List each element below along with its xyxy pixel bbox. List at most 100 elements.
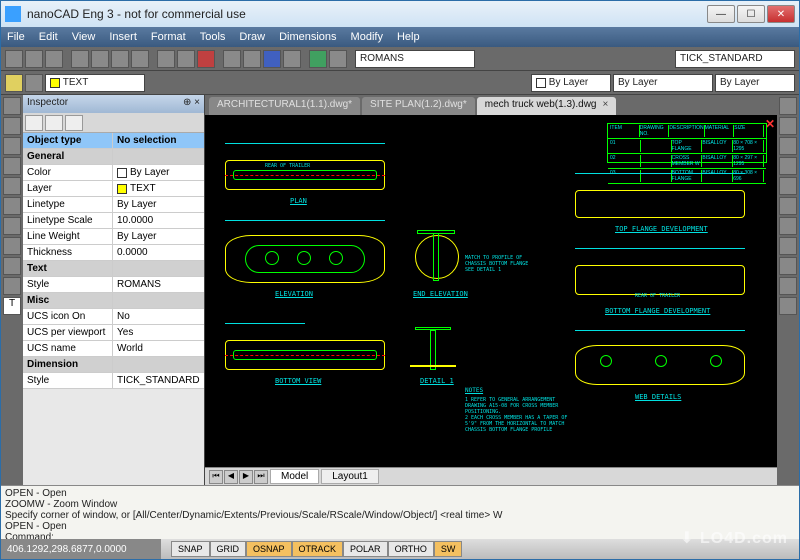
section-general: General [23,149,113,164]
copy-tool-icon[interactable] [779,117,797,135]
lineweight-combo[interactable]: By Layer [715,74,795,92]
fillet-tool-icon[interactable] [779,257,797,275]
prop-layer[interactable]: TEXT [113,181,204,196]
redo-icon[interactable] [177,50,195,68]
pan-icon[interactable] [223,50,241,68]
prop-thickness[interactable]: 0.0000 [113,245,204,260]
prop-ucs-name[interactable]: World [113,341,204,356]
zoom-extents-icon[interactable] [283,50,301,68]
cut-icon[interactable] [91,50,109,68]
tab-layout1[interactable]: Layout1 [321,469,379,484]
point-tool-icon[interactable] [3,277,21,295]
trim-tool-icon[interactable] [779,197,797,215]
status-polar[interactable]: POLAR [343,541,388,557]
rotate-tool-icon[interactable] [779,137,797,155]
inspector-filter-icon[interactable] [45,115,63,131]
maximize-button[interactable]: ☐ [737,5,765,23]
menu-tools[interactable]: Tools [200,31,226,43]
drawing-canvas[interactable]: ✕ ITEMDRAWING NO.DESCRIPTIONMATERIALSIZE… [205,115,777,467]
extend-tool-icon[interactable] [779,217,797,235]
tab-next-icon[interactable]: ▶ [239,470,253,484]
arc-tool-icon[interactable] [3,157,21,175]
open-icon[interactable] [25,50,43,68]
doc-tab-site[interactable]: SITE PLAN(1.2).dwg* [362,97,475,115]
dimstyle-combo[interactable]: TICK_STANDARD [675,50,795,68]
tab-prev-icon[interactable]: ◀ [224,470,238,484]
circle-tool-icon[interactable] [3,137,21,155]
layer-prev-icon[interactable] [25,74,43,92]
erase-icon[interactable] [197,50,215,68]
minimize-button[interactable]: — [707,5,735,23]
window-title: nanoCAD Eng 3 - not for commercial use [27,7,707,21]
menu-draw[interactable]: Draw [239,31,265,43]
move-tool-icon[interactable] [779,97,797,115]
close-button[interactable]: ✕ [767,5,795,23]
label-web-details: WEB DETAILS [635,393,681,401]
hatch-tool-icon[interactable] [3,257,21,275]
polygon-tool-icon[interactable] [3,197,21,215]
status-snap[interactable]: SNAP [171,541,210,557]
print-icon[interactable] [71,50,89,68]
line-tool-icon[interactable] [3,97,21,115]
paste-icon[interactable] [131,50,149,68]
tab-last-icon[interactable]: ⏭ [254,470,268,484]
polyline-tool-icon[interactable] [3,117,21,135]
status-otrack[interactable]: OTRACK [292,541,344,557]
explode-tool-icon[interactable] [779,277,797,295]
document-tabs: ARCHITECTURAL1(1.1).dwg* SITE PLAN(1.2).… [205,95,777,115]
status-osnap[interactable]: OSNAP [246,541,292,557]
status-ortho[interactable]: ORTHO [388,541,434,557]
tab-first-icon[interactable]: ⏮ [209,470,223,484]
rectangle-tool-icon[interactable] [3,177,21,195]
status-grid[interactable]: GRID [210,541,247,557]
linetype-combo[interactable]: By Layer [613,74,713,92]
menu-edit[interactable]: Edit [39,31,58,43]
zoom-icon[interactable] [243,50,261,68]
menu-help[interactable]: Help [397,31,420,43]
offset-tool-icon[interactable] [779,177,797,195]
menu-modify[interactable]: Modify [351,31,383,43]
doc-tab-mech[interactable]: mech truck web(1.3).dwg× [477,97,617,115]
prop-ucs-vp[interactable]: Yes [113,325,204,340]
tab-close-icon[interactable]: × [602,99,608,110]
inspector-close-icon[interactable]: ⊕ × [183,97,200,111]
tab-model[interactable]: Model [270,469,319,484]
prop-linetype[interactable]: By Layer [113,197,204,212]
prop-dim-style[interactable]: TICK_STANDARD [113,373,204,388]
doc-tab-arch[interactable]: ARCHITECTURAL1(1.1).dwg* [209,97,360,115]
copy-icon[interactable] [111,50,129,68]
scale-tool-icon[interactable] [779,237,797,255]
status-sw[interactable]: SW [434,541,463,557]
menu-format[interactable]: Format [151,31,186,43]
array-tool-icon[interactable] [779,297,797,315]
section-text: Text [23,261,113,276]
ellipse-tool-icon[interactable] [3,217,21,235]
layer-icon[interactable] [5,74,23,92]
menu-file[interactable]: File [7,31,25,43]
new-icon[interactable] [5,50,23,68]
menu-insert[interactable]: Insert [109,31,137,43]
prop-ltscale[interactable]: 10.0000 [113,213,204,228]
layer-combo[interactable]: TEXT [45,74,145,92]
label-bottom-view: BOTTOM VIEW [275,377,321,385]
prop-text-style[interactable]: ROMANS [113,277,204,292]
help-icon[interactable] [329,50,347,68]
inspector-pick-icon[interactable] [65,115,83,131]
section-misc: Misc [23,293,113,308]
font-combo[interactable]: ROMANS [355,50,475,68]
zoom-window-icon[interactable] [263,50,281,68]
save-icon[interactable] [45,50,63,68]
measure-icon[interactable] [309,50,327,68]
prop-color[interactable]: By Layer [113,165,204,180]
mirror-tool-icon[interactable] [779,157,797,175]
spline-tool-icon[interactable] [3,237,21,255]
text-tool-icon[interactable]: T [3,297,21,315]
prop-ucs-icon[interactable]: No [113,309,204,324]
menu-dimensions[interactable]: Dimensions [279,31,336,43]
inspector-body: Object type No selection General ColorBy… [23,133,204,485]
color-combo[interactable]: By Layer [531,74,611,92]
prop-lineweight[interactable]: By Layer [113,229,204,244]
inspector-add-icon[interactable] [25,115,43,131]
menu-view[interactable]: View [72,31,96,43]
undo-icon[interactable] [157,50,175,68]
